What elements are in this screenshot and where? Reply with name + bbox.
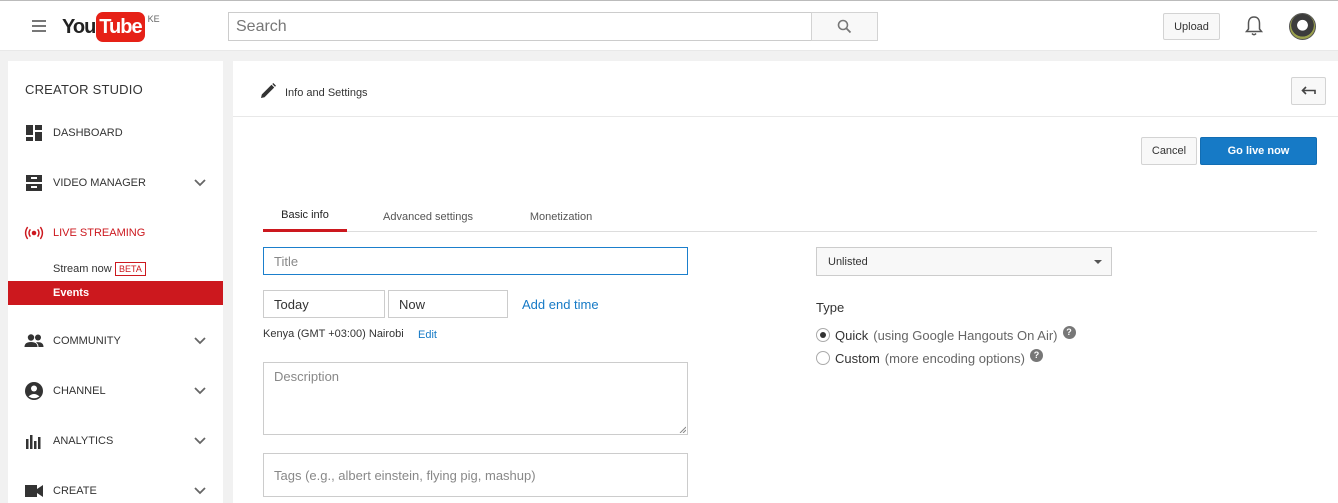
sidebar-item-label: COMMUNITY: [53, 335, 121, 347]
pencil-icon: [261, 83, 276, 98]
tab-monetization[interactable]: Monetization: [515, 201, 607, 232]
upload-button[interactable]: Upload: [1163, 13, 1220, 40]
top-bar: You Tube KE Upload: [0, 0, 1338, 51]
add-end-time-link[interactable]: Add end time: [522, 297, 599, 312]
main-header: Info and Settings: [233, 61, 1338, 117]
sidebar-subitem-stream-now[interactable]: Stream now BETA: [8, 257, 223, 281]
tags-input[interactable]: [264, 454, 687, 496]
events-label: Events: [53, 287, 90, 299]
search-input[interactable]: [229, 13, 812, 40]
type-heading: Type: [816, 300, 845, 315]
search-button[interactable]: [811, 12, 878, 41]
timezone-edit-link[interactable]: Edit: [418, 329, 437, 341]
chevron-down-icon[interactable]: [194, 387, 206, 395]
main-panel: Info and Settings Cancel Go live now Bas…: [233, 61, 1338, 503]
tab-basic-info[interactable]: Basic info: [263, 201, 347, 232]
community-icon: [24, 331, 44, 351]
logo-you-text: You: [62, 16, 96, 38]
title-input[interactable]: [264, 248, 687, 274]
youtube-logo[interactable]: You Tube KE: [62, 12, 160, 42]
sidebar-subitem-events[interactable]: Events: [8, 281, 223, 305]
creator-studio-sidebar: CREATOR STUDIO DASHBOARD VIDEO MANAGER L…: [8, 61, 223, 503]
quick-hint: (using Google Hangouts On Air): [873, 327, 1058, 343]
start-date-input[interactable]: [264, 291, 384, 317]
description-input[interactable]: [264, 363, 687, 434]
beta-badge: BETA: [115, 262, 146, 276]
resize-grip-icon[interactable]: [678, 425, 686, 433]
sidebar-item-label: DASHBOARD: [53, 127, 123, 139]
start-date-field: [263, 290, 385, 318]
logo-tube-text: Tube: [96, 12, 145, 42]
menu-icon[interactable]: [32, 20, 46, 32]
sidebar-item-channel[interactable]: CHANNEL: [8, 376, 223, 406]
sidebar-item-dashboard[interactable]: DASHBOARD: [8, 118, 223, 148]
dashboard-icon: [24, 123, 44, 143]
chevron-down-icon[interactable]: [194, 487, 206, 495]
type-option-quick[interactable]: Quick (using Google Hangouts On Air) ?: [816, 325, 1076, 345]
country-code: KE: [147, 14, 160, 24]
account-avatar[interactable]: [1289, 13, 1316, 40]
sidebar-item-label: ANALYTICS: [53, 435, 114, 447]
timezone-label: Kenya (GMT +03:00) Nairobi: [263, 328, 404, 340]
title-field: [263, 247, 688, 275]
custom-label: Custom: [835, 350, 880, 366]
privacy-value: Unlisted: [828, 255, 868, 268]
settings-tabs: Basic info Advanced settings Monetizatio…: [263, 201, 1317, 232]
dropdown-caret-icon: [1094, 260, 1102, 264]
start-time-field: [388, 290, 508, 318]
tab-advanced-settings[interactable]: Advanced settings: [370, 201, 486, 232]
sidebar-item-analytics[interactable]: ANALYTICS: [8, 426, 223, 456]
sidebar-item-label: LIVE STREAMING: [53, 227, 146, 239]
stream-now-label: Stream now: [53, 263, 112, 275]
custom-radio[interactable]: [816, 351, 830, 365]
cancel-button[interactable]: Cancel: [1141, 137, 1197, 165]
back-button[interactable]: [1291, 77, 1326, 105]
start-time-input[interactable]: [389, 291, 507, 317]
create-icon: [24, 481, 44, 501]
type-option-custom[interactable]: Custom (more encoding options) ?: [816, 348, 1043, 368]
notifications-bell-icon[interactable]: [1244, 15, 1264, 37]
quick-label: Quick: [835, 327, 869, 343]
page-title: Info and Settings: [285, 87, 368, 99]
channel-icon: [24, 381, 44, 401]
description-field: [263, 362, 688, 435]
help-icon[interactable]: ?: [1062, 325, 1076, 339]
chevron-down-icon[interactable]: [194, 437, 206, 445]
sidebar-item-community[interactable]: COMMUNITY: [8, 326, 223, 356]
go-live-now-button[interactable]: Go live now: [1200, 137, 1317, 165]
tags-field: [263, 453, 688, 497]
search-icon: [837, 19, 852, 34]
privacy-select[interactable]: Unlisted: [816, 247, 1112, 276]
quick-radio[interactable]: [816, 328, 830, 342]
chevron-down-icon[interactable]: [194, 179, 206, 187]
sidebar-item-label: VIDEO MANAGER: [53, 177, 146, 189]
chevron-down-icon[interactable]: [194, 337, 206, 345]
search-box: [228, 12, 812, 41]
sidebar-item-video-manager[interactable]: VIDEO MANAGER: [8, 168, 223, 198]
help-icon[interactable]: ?: [1030, 348, 1043, 362]
custom-hint: (more encoding options): [884, 350, 1025, 366]
sidebar-item-create[interactable]: CREATE: [8, 476, 223, 503]
sidebar-title: CREATOR STUDIO: [25, 82, 143, 97]
analytics-icon: [24, 431, 44, 451]
live-streaming-icon: [24, 223, 44, 243]
sidebar-item-live-streaming[interactable]: LIVE STREAMING: [8, 218, 223, 248]
sidebar-item-label: CREATE: [53, 485, 97, 497]
video-manager-icon: [24, 173, 44, 193]
back-arrow-icon: [1300, 86, 1316, 95]
sidebar-item-label: CHANNEL: [53, 385, 106, 397]
